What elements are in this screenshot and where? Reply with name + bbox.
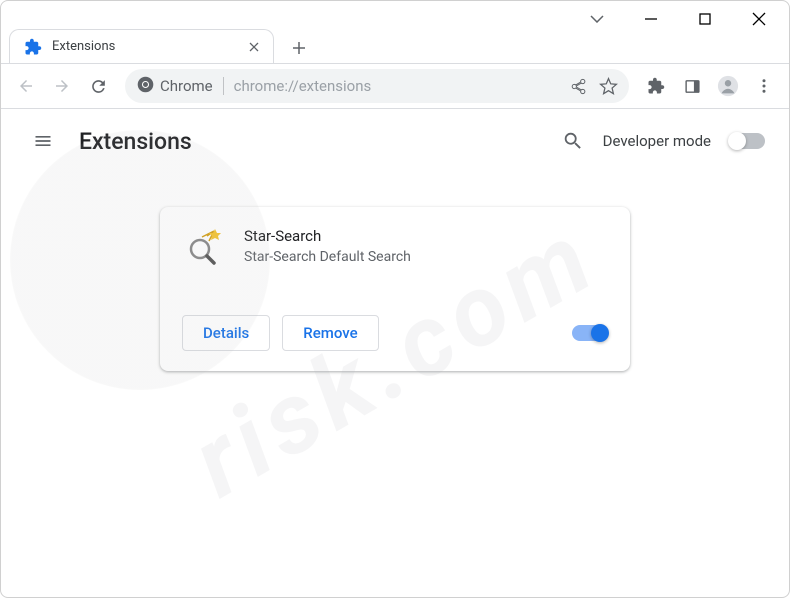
chrome-logo-icon (137, 76, 154, 97)
extensions-icon[interactable] (639, 69, 673, 103)
omnibox-url: chrome://extensions (234, 77, 563, 95)
search-icon[interactable] (561, 129, 585, 153)
side-panel-icon[interactable] (675, 69, 709, 103)
extension-app-icon (182, 227, 222, 267)
back-button[interactable] (9, 69, 43, 103)
extension-description: Star-Search Default Search (244, 249, 411, 265)
page-title: Extensions (79, 128, 192, 155)
remove-button[interactable]: Remove (282, 315, 378, 351)
extension-enable-toggle[interactable] (572, 325, 608, 341)
extension-name: Star-Search (244, 227, 411, 245)
minimize-button[interactable] (639, 7, 663, 31)
extension-card: Star-Search Star-Search Default Search D… (160, 207, 630, 371)
page-content: Extensions Developer mode (1, 109, 789, 405)
developer-mode-toggle[interactable] (729, 133, 765, 149)
close-tab-icon[interactable] (245, 38, 263, 56)
omnibox-label: Chrome (160, 77, 213, 95)
forward-button[interactable] (45, 69, 79, 103)
address-bar[interactable]: Chrome chrome://extensions (125, 69, 629, 103)
details-button[interactable]: Details (182, 315, 270, 351)
hamburger-menu-icon[interactable] (25, 123, 61, 159)
kebab-menu-icon[interactable] (747, 69, 781, 103)
browser-tab[interactable]: Extensions (9, 29, 274, 63)
browser-toolbar: Chrome chrome://extensions (1, 63, 789, 109)
dropdown-chevron-icon[interactable] (585, 7, 609, 31)
window-controls (1, 1, 789, 25)
tab-title: Extensions (52, 39, 245, 54)
new-tab-button[interactable] (284, 33, 314, 63)
tab-strip: Extensions (1, 25, 789, 63)
share-icon[interactable] (563, 71, 593, 101)
bookmark-star-icon[interactable] (593, 71, 623, 101)
puzzle-piece-icon (24, 38, 42, 56)
profile-avatar-icon[interactable] (711, 69, 745, 103)
close-window-button[interactable] (747, 7, 771, 31)
maximize-button[interactable] (693, 7, 717, 31)
developer-mode-label: Developer mode (603, 132, 711, 150)
page-header: Extensions Developer mode (1, 109, 789, 173)
reload-button[interactable] (81, 69, 115, 103)
